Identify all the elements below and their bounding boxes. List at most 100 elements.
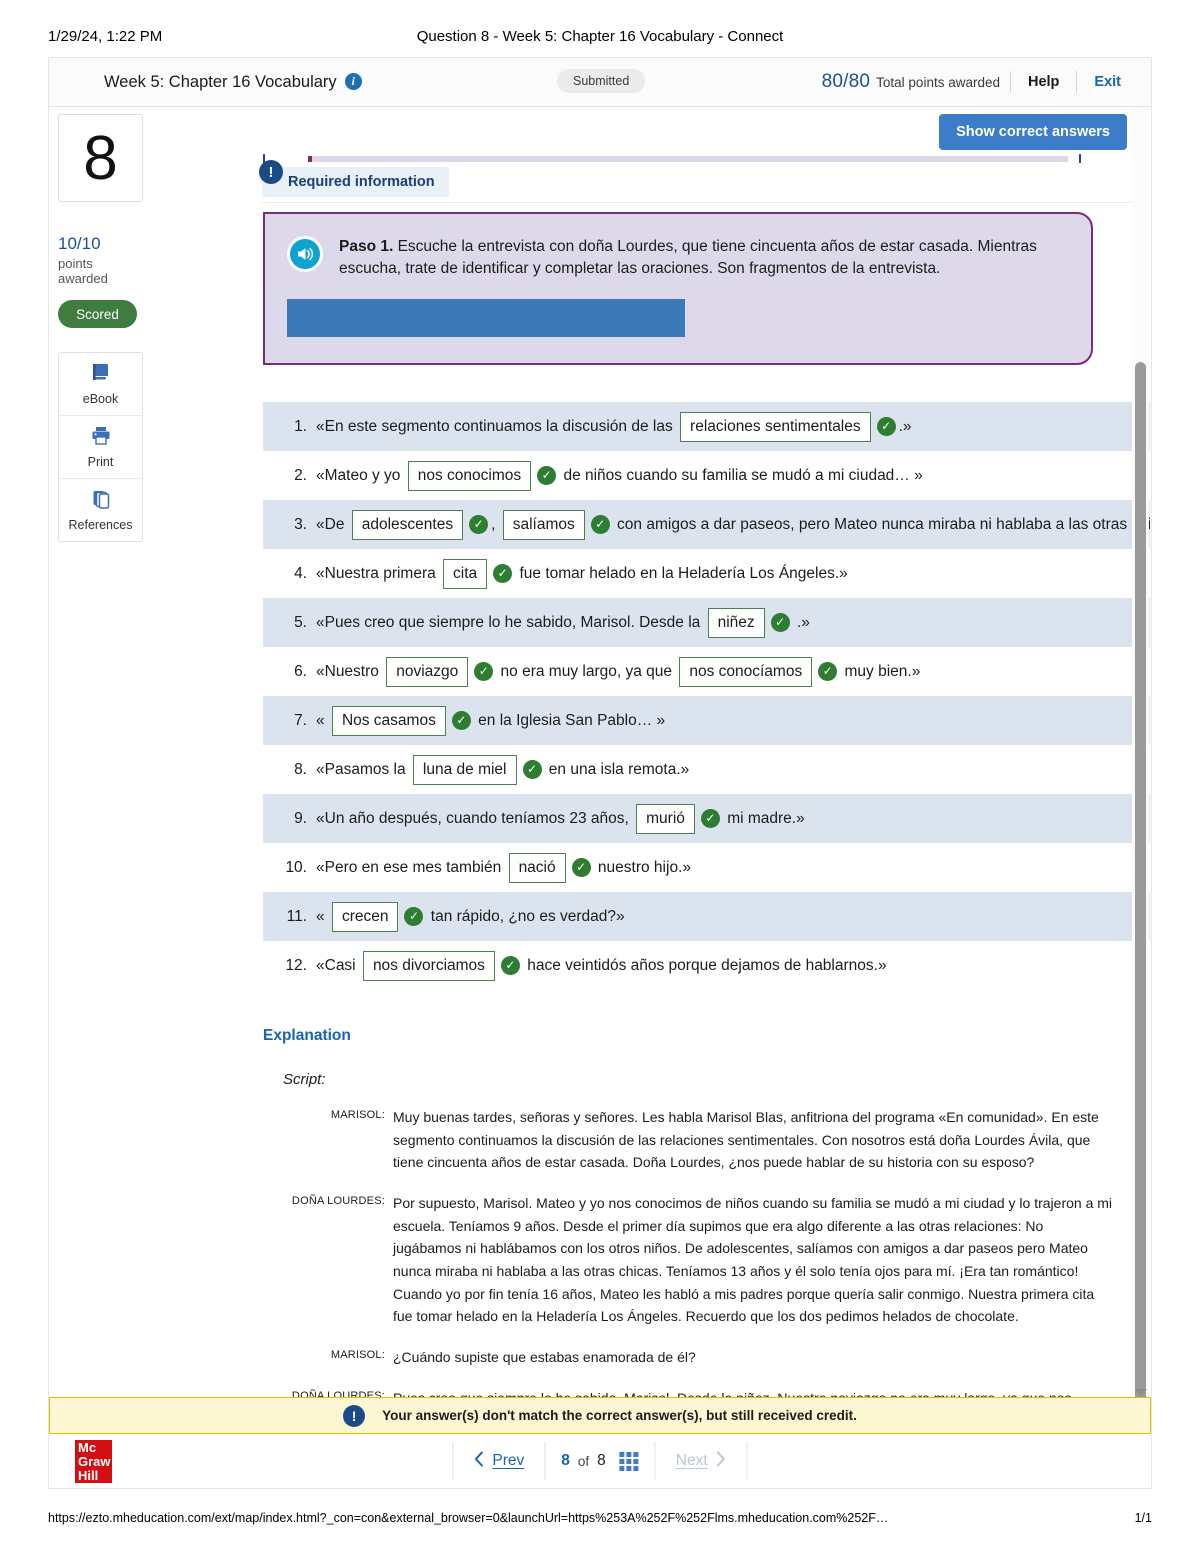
sentence-number: 3. [294,516,307,533]
sentence-body: «Pasamos la luna de miel ✓ en una isla re… [316,754,1150,785]
correct-check-icon: ✓ [770,613,790,633]
sentence-body: « Nos casamos ✓ en la Iglesia San Pablo… … [316,705,1150,736]
exclamation-icon: ! [259,160,283,184]
answer-field[interactable]: nos divorciamos [362,951,495,981]
exclamation-icon: ! [343,1404,366,1427]
sentence-number: 1. [294,418,307,435]
question-sentence-row: 7. « Nos casamos ✓ en la Iglesia San Pablo… [263,696,1150,745]
correct-check-icon: ✓ [451,711,471,731]
correct-check-icon: ✓ [500,956,520,976]
answer-field[interactable]: cita [443,559,488,589]
correct-check-icon: ✓ [469,515,489,535]
sentence-body: «Mateo y yo nos conocimos ✓ de niños cuan… [316,460,1150,491]
prev-question-button[interactable]: Prev [453,1451,544,1472]
sentence-text: hace veintidós años porque dejamos de ha… [522,957,887,974]
script-speech: Muy buenas tardes, señoras y señores. Le… [393,1109,1099,1171]
ebook-button[interactable]: eBook [59,353,142,416]
progress-tick-strip [263,154,1083,163]
sentence-text: .» [792,614,810,631]
print-button[interactable]: Print [59,416,142,479]
help-button[interactable]: Help [1011,74,1076,90]
progress-marker [308,156,312,162]
sentence-number: 5. [294,614,307,631]
next-question-button[interactable]: Next [656,1451,747,1472]
ebook-label: eBook [82,391,119,406]
correct-check-icon: ✓ [522,760,542,780]
sentence-text: .» [898,418,912,435]
question-sentence-row: 4. «Nuestra primera cita ✓ fue tomar helad… [263,549,1150,598]
scrollbar-thumb[interactable] [1135,362,1146,1402]
explanation-title: Explanation [263,1027,351,1044]
explanation-section: Explanation Script: MARISOL: Muy buenas t… [263,1027,1113,1404]
chevron-left-icon [473,1451,484,1472]
answer-field[interactable]: noviazgo [386,657,469,687]
sentence-text: « [316,908,329,925]
answer-field[interactable]: crecen [331,902,399,932]
question-navigation: Prev 8 of 8 Next [452,1434,748,1488]
sentence-text: « [316,712,329,729]
answer-field[interactable]: murió [636,804,695,834]
total-points-fraction: 80/80 [821,71,871,92]
sentence-text: mi madre.» [722,810,805,827]
question-number: 8 [58,114,143,202]
question-content-area: Show correct answers ! Required informat… [154,107,1150,1404]
answer-field[interactable]: relaciones sentimentales [680,412,871,442]
sentence-text: «Nuestro [316,663,384,680]
answer-field[interactable]: nació [508,853,566,883]
script-entry: MARISOL: Muy buenas tardes, señoras y señ… [289,1106,1113,1174]
question-sentence-row: 6. «Nuestro noviazgo ✓ no era muy largo, y… [263,647,1150,696]
sentence-text: «Casi [316,957,360,974]
sentence-text: «Un año después, cuando teníamos 23 años… [316,810,634,827]
question-sentence-row: 1. «En este segmento continuamos la discu… [263,402,1150,451]
status-badge: Submitted [557,69,646,93]
print-header: 1/29/24, 1:22 PM Question 8 - Week 5: Ch… [0,24,1200,48]
references-button[interactable]: References [59,479,142,541]
sentence-text: «Pero en ese mes también [316,859,506,876]
answer-field[interactable]: niñez [707,608,765,638]
sentence-number: 7. [294,712,307,729]
correct-check-icon: ✓ [818,662,838,682]
question-sentence-row: 11. « crecen ✓ tan rápido, ¿no es verdad?» [263,892,1150,941]
answer-field[interactable]: luna de miel [412,755,517,785]
grid-icon[interactable] [619,1451,639,1471]
correct-check-icon: ✓ [590,515,610,535]
next-label: Next [675,1452,708,1469]
script-speech: Por supuesto, Marisol. Mateo y yo nos co… [393,1195,1113,1325]
sentence-body: « crecen ✓ tan rápido, ¿no es verdad?» [316,901,1150,932]
sentence-text: «Mateo y yo [316,467,405,484]
answer-field[interactable]: nos conocimos [407,461,532,491]
points-awarded-value: 10/10 [58,234,101,253]
scroll-down-arrow-icon[interactable] [1135,1389,1147,1396]
info-icon[interactable]: i [344,72,362,90]
answer-field[interactable]: adolescentes [351,510,464,540]
exit-button[interactable]: Exit [1077,74,1135,90]
assignment-topbar: Week 5: Chapter 16 Vocabulary i Submitted… [49,58,1151,107]
answer-field[interactable]: salíamos [502,510,585,540]
audio-player[interactable] [287,298,685,337]
speaker-icon[interactable] [287,236,323,272]
sentence-text: «Pues creo que siempre lo he sabido, Mar… [316,614,705,631]
question-sentence-row: 2. «Mateo y yo nos conocimos ✓ de niños cu… [263,451,1150,500]
page-of-label: of [577,1453,590,1469]
answer-field[interactable]: Nos casamos [331,706,446,736]
answer-field[interactable]: nos conocíamos [679,657,813,687]
question-sentence-row: 10. «Pero en ese mes también nació ✓ nuest… [263,843,1150,892]
sentence-text: no era muy largo, ya que [496,663,677,680]
page-current: 8 [561,1452,570,1469]
paso-text: Paso 1. Escuche la entrevista con doña L… [339,236,1069,281]
correct-check-icon: ✓ [404,907,424,927]
sentence-body: «De adolescentes ✓, salíamos ✓ con amigos … [316,509,1150,540]
sentence-body: «Casi nos divorciamos ✓ hace veintidós añ… [316,950,1150,981]
sentence-text: en la Iglesia San Pablo… » [473,712,666,729]
print-page-title: Question 8 - Week 5: Chapter 16 Vocabula… [416,27,784,45]
sentence-number: 11. [286,908,307,925]
question-sentence-row: 12. «Casi nos divorciamos ✓ hace veintidós… [263,941,1150,990]
assignment-title: Week 5: Chapter 16 Vocabulary [104,72,337,91]
show-correct-answers-button[interactable]: Show correct answers [939,114,1127,150]
correct-check-icon: ✓ [876,417,896,437]
sentence-body: «Nuestro noviazgo ✓ no era muy largo, ya … [316,656,1150,687]
correct-check-icon: ✓ [700,809,720,829]
vertical-scrollbar[interactable] [1132,107,1149,1404]
sentence-text: tan rápido, ¿no es verdad?» [426,908,625,925]
printer-icon [90,426,112,451]
